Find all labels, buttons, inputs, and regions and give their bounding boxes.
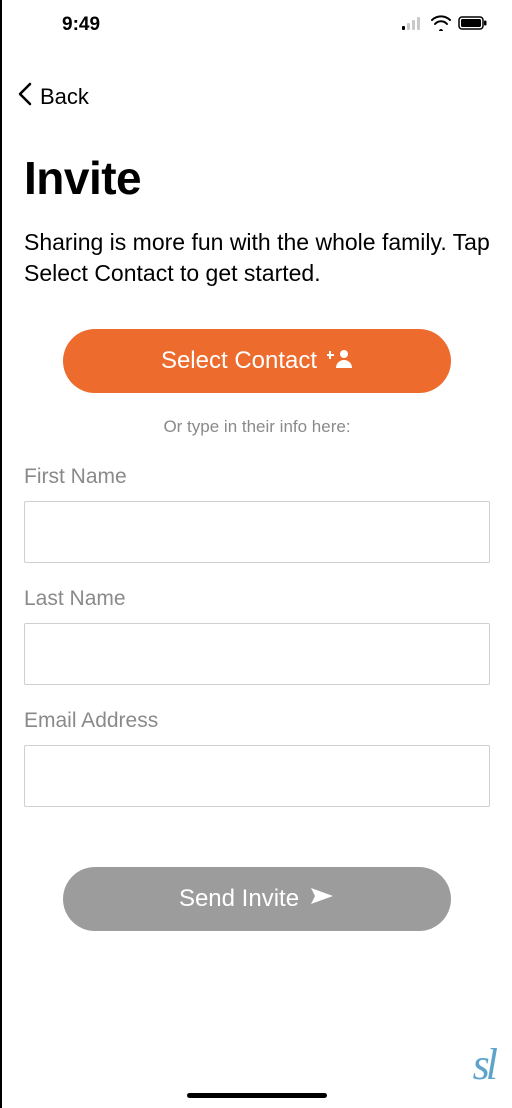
first-name-field-wrap: First Name [2,465,512,563]
send-arrow-icon [309,885,335,913]
last-name-label: Last Name [24,587,490,611]
send-invite-button[interactable]: Send Invite [63,867,451,931]
send-invite-label: Send Invite [179,885,299,913]
chevron-left-icon [16,80,36,113]
select-contact-button[interactable]: Select Contact [63,329,451,393]
divider-text: Or type in their info here: [2,417,512,437]
email-label: Email Address [24,709,490,733]
back-button[interactable]: Back [2,50,512,113]
add-person-icon [327,347,353,375]
cellular-icon [402,16,424,35]
email-input[interactable] [24,745,490,807]
page-title: Invite [2,113,512,205]
wifi-icon [430,15,452,36]
last-name-input[interactable] [24,623,490,685]
email-field-wrap: Email Address [2,709,512,807]
home-indicator[interactable] [187,1093,327,1098]
page-subtitle: Sharing is more fun with the whole famil… [2,205,512,289]
select-contact-label: Select Contact [161,347,317,375]
first-name-input[interactable] [24,501,490,563]
status-bar: 9:49 [2,0,512,50]
status-time: 9:49 [62,14,100,36]
back-label: Back [40,84,89,110]
first-name-label: First Name [24,465,490,489]
watermark-logo: sl [473,1039,494,1090]
last-name-field-wrap: Last Name [2,587,512,685]
battery-icon [458,16,488,35]
status-icons [402,15,488,36]
